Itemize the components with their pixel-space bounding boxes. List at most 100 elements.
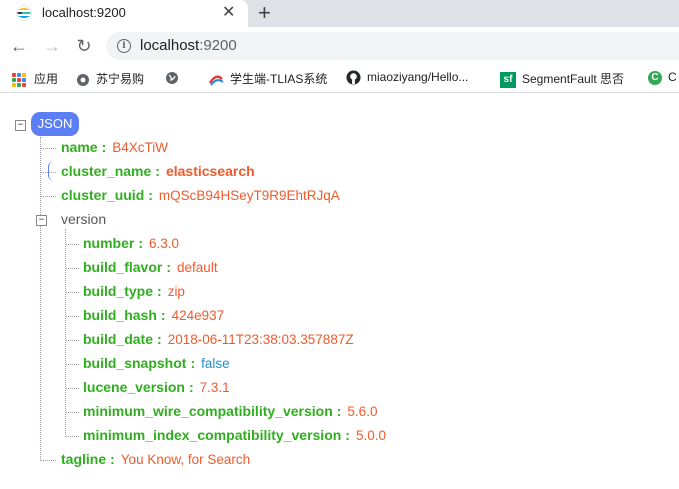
json-value[interactable]: 7.3.1 — [200, 380, 230, 395]
json-value[interactable]: 424e937 — [172, 308, 225, 323]
address-bar[interactable]: i localhost:9200 — [106, 32, 679, 60]
bookmarks-bar: 应用 苏宁易购 学生端-TLIAS系统 miaoziyang/Hello... … — [0, 65, 679, 93]
json-value[interactable]: 2018-06-11T23:38:03.357887Z — [168, 332, 354, 347]
json-key: cluster_name — [61, 163, 152, 179]
close-tab-icon[interactable]: ✕ — [222, 3, 235, 23]
site-info-icon[interactable]: i — [117, 39, 131, 53]
reload-button[interactable]: ↻ — [71, 33, 97, 59]
collapse-root-icon[interactable]: − — [15, 120, 26, 131]
json-key: minimum_index_compatibility_version — [83, 427, 342, 443]
tree-branch — [65, 268, 79, 269]
json-key: minimum_wire_compatibility_version — [83, 403, 333, 419]
json-colon: : — [101, 139, 107, 155]
c-icon: C — [648, 70, 662, 85]
bookmark-suning[interactable]: 苏宁易购 — [76, 70, 144, 87]
tree-branch — [40, 148, 56, 149]
json-value[interactable]: 5.6.0 — [347, 404, 377, 419]
json-key: build_hash — [83, 307, 157, 323]
globe-icon — [166, 71, 178, 84]
json-field-build-hash: build_hash:424e937 — [83, 306, 224, 325]
json-value[interactable]: B4XcTiW — [112, 140, 168, 155]
json-key: build_type — [83, 283, 154, 299]
bookmark-label: 学生端-TLIAS系统 — [230, 72, 328, 86]
json-object-version[interactable]: version — [61, 210, 106, 228]
json-object-key: version — [61, 211, 107, 227]
apps-icon — [12, 72, 26, 87]
bookmark-label: C — [668, 70, 677, 84]
json-field-number: number:6.3.0 — [83, 234, 179, 253]
json-value[interactable]: 5.0.0 — [356, 428, 386, 443]
json-field-lucene-version: lucene_version:7.3.1 — [83, 378, 230, 397]
json-key: build_date — [83, 331, 154, 347]
json-root-badge[interactable]: JSON — [31, 112, 79, 136]
bookmark-segmentfault[interactable]: sf SegmentFault 思否 — [500, 70, 624, 88]
json-field-minimum-wire-compatibility-version: minimum_wire_compatibility_version:5.6.0 — [83, 402, 377, 421]
bookmark-label: 应用 — [34, 72, 59, 86]
gear-icon — [77, 73, 89, 86]
json-key: tagline — [61, 451, 107, 467]
bookmark-github[interactable]: miaoziyang/Hello... — [346, 70, 468, 85]
json-value[interactable]: elasticsearch — [166, 163, 255, 179]
json-value[interactable]: zip — [168, 284, 185, 299]
bookmark-label: 苏宁易购 — [96, 72, 145, 86]
browser-toolbar: ← → ↻ i localhost:9200 — [0, 27, 679, 65]
json-colon: : — [166, 259, 172, 275]
browser-tab[interactable]: localhost:9200 ✕ — [0, 0, 248, 27]
tree-branch — [40, 196, 56, 197]
bookmark-tlias[interactable]: 学生端-TLIAS系统 — [208, 70, 327, 87]
json-key: lucene_version — [83, 379, 185, 395]
json-key: build_flavor — [83, 259, 163, 275]
json-field-cluster-name: cluster_name: elasticsearch — [61, 162, 255, 180]
swirl-icon — [208, 75, 224, 86]
github-icon — [346, 70, 361, 85]
json-colon: : — [336, 403, 342, 419]
tab-title: localhost:9200 — [42, 5, 126, 20]
json-value[interactable]: mQScB94HSeyT9R9EhtRJqA — [159, 188, 340, 203]
tree-branch — [65, 340, 79, 341]
json-field-minimum-index-compatibility-version: minimum_index_compatibility_version:5.0.… — [83, 426, 386, 445]
json-field-build-snapshot: build_snapshot: false — [83, 354, 230, 373]
json-field-name: name: B4XcTiW — [61, 138, 168, 157]
json-colon: : — [148, 187, 153, 203]
tree-branch — [65, 292, 79, 293]
bookmark-apps[interactable]: 应用 — [12, 70, 58, 87]
new-tab-button[interactable]: + — [258, 0, 271, 26]
json-colon: : — [160, 307, 166, 323]
json-field-tagline: tagline: You Know, for Search — [61, 450, 250, 469]
json-key: build_snapshot — [83, 355, 187, 371]
tree-guide-line — [65, 229, 66, 435]
bookmark-c[interactable]: CC — [648, 70, 677, 85]
tree-guide-line — [40, 137, 41, 459]
tree-branch — [65, 244, 79, 245]
collapse-version-icon[interactable]: − — [36, 215, 47, 226]
json-value[interactable]: 6.3.0 — [149, 236, 179, 251]
tree-branch — [40, 460, 56, 461]
json-value[interactable]: default — [177, 260, 218, 275]
tree-branch — [65, 436, 79, 437]
tab-strip: localhost:9200 ✕ + — [0, 0, 679, 27]
json-key: number — [83, 235, 135, 251]
json-colon: : — [188, 379, 194, 395]
tree-branch — [65, 316, 79, 317]
json-key: name — [61, 139, 98, 155]
json-value[interactable]: You Know, for Search — [121, 452, 250, 467]
back-button[interactable]: ← — [6, 33, 32, 59]
forward-button[interactable]: → — [39, 33, 65, 59]
json-colon: : — [157, 331, 162, 347]
bookmark-label: miaoziyang/Hello... — [367, 70, 469, 84]
json-field-cluster-uuid: cluster_uuid: mQScB94HSeyT9R9EhtRJqA — [61, 186, 340, 205]
hover-indicator — [48, 161, 55, 181]
json-value[interactable]: false — [201, 356, 230, 371]
json-key: cluster_uuid — [61, 187, 145, 203]
json-colon: : — [138, 235, 144, 251]
json-colon: : — [345, 427, 350, 443]
tree-branch — [65, 388, 79, 389]
json-viewer: − JSON name: B4XcTiW cluster_name: elastic… — [0, 93, 679, 489]
bookmark-label: SegmentFault 思否 — [522, 72, 625, 86]
json-field-build-type: build_type: zip — [83, 282, 185, 301]
tree-branch — [65, 364, 79, 365]
segmentfault-icon: sf — [500, 71, 516, 88]
url-text[interactable]: localhost:9200 — [140, 37, 237, 54]
json-colon: : — [157, 283, 162, 299]
bookmark-globe[interactable] — [165, 70, 185, 85]
